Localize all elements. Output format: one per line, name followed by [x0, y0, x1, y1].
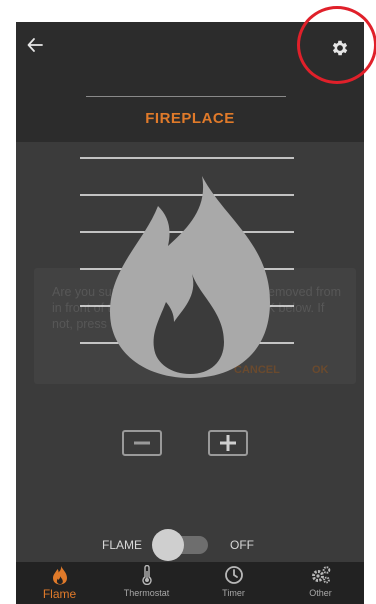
flame-icon — [110, 176, 270, 378]
flame-icon — [52, 566, 67, 585]
nav-item-flame[interactable]: Flame — [16, 562, 103, 604]
plus-icon — [220, 435, 236, 451]
nav-item-timer[interactable]: Timer — [190, 562, 277, 604]
app-screen: FIREPLACE Are you sure all flammable mat… — [16, 22, 364, 604]
toggle-left-label: FLAME — [102, 538, 143, 552]
nav-item-other[interactable]: Other — [277, 562, 364, 604]
nav-label: Thermostat — [123, 588, 170, 598]
toggle-right-label: OFF — [230, 538, 254, 552]
clock-icon — [224, 566, 243, 584]
title-divider — [86, 96, 286, 97]
nav-label: Timer — [222, 588, 245, 598]
bottom-navigation: Flame Thermostat Timer Other — [16, 562, 364, 604]
nav-item-thermostat[interactable]: Thermostat — [103, 562, 190, 604]
nav-label: Other — [309, 588, 332, 598]
settings-highlight-circle — [297, 6, 376, 84]
arrow-left-icon — [27, 38, 43, 52]
decrease-flame-button[interactable] — [122, 430, 162, 456]
flame-toggle-thumb[interactable] — [152, 529, 184, 561]
minus-icon — [134, 441, 150, 445]
flame-toggle-row: FLAME OFF — [16, 529, 364, 561]
nav-label: Flame — [42, 587, 77, 601]
dialog-ok-button[interactable]: OK — [312, 364, 329, 376]
gears-icon — [311, 566, 330, 584]
back-button[interactable] — [22, 32, 48, 58]
thermometer-icon — [141, 565, 152, 585]
increase-flame-button[interactable] — [208, 430, 248, 456]
page-title: FIREPLACE — [145, 110, 235, 127]
